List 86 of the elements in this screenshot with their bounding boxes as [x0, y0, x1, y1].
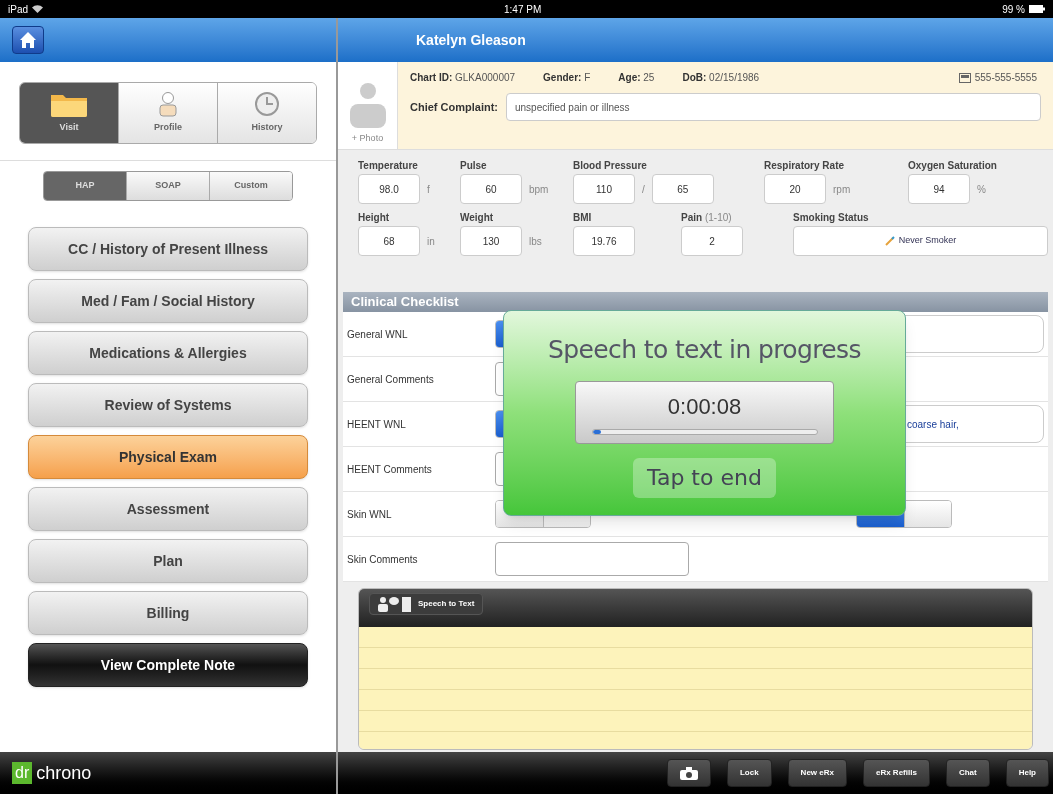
home-button[interactable] — [12, 26, 44, 54]
vital-label: Height — [358, 211, 391, 223]
phone-icon — [958, 72, 971, 83]
unit-label: % — [977, 182, 986, 197]
speech-to-text-icon — [378, 596, 414, 612]
vital-field[interactable]: 20 — [764, 174, 826, 204]
unit-label: bpm — [529, 182, 549, 197]
format-tab[interactable]: Custom — [209, 172, 292, 200]
popup-title: Speech to text in progress — [548, 334, 861, 366]
smoking-status-field[interactable]: Never Smoker — [793, 226, 1048, 256]
clock-time: 1:47 PM — [504, 2, 542, 17]
tap-to-end-button[interactable]: Tap to end — [633, 457, 776, 498]
patient-field: Gender: F — [543, 70, 591, 85]
section-button[interactable]: CC / History of Present Illness — [28, 227, 308, 271]
checklist-label: HEENT WNL — [347, 417, 407, 432]
unit-label: lbs — [529, 234, 542, 249]
checklist-label: General Comments — [347, 372, 435, 387]
section-button[interactable]: Physical Exam — [28, 435, 308, 479]
phone-number: 555-555-5555 — [974, 71, 1037, 85]
section-button[interactable]: Review of Systems — [28, 383, 308, 427]
format-tab[interactable]: HAP — [44, 172, 126, 200]
separator-text: / — [642, 182, 645, 197]
patient-field: DoB: 02/15/1986 — [682, 70, 760, 85]
toolbar-button[interactable]: eRx Refills — [862, 759, 930, 787]
checklist-label: Skin WNL — [347, 507, 393, 522]
logo-text: chrono — [36, 761, 92, 785]
vital-label: BMI — [573, 211, 593, 223]
vital-label: Weight — [460, 211, 495, 223]
section-button[interactable]: Med / Fam / Social History — [28, 279, 308, 323]
patient-field: Age: 25 — [618, 70, 655, 85]
vital-label: Pain (1-10) — [681, 211, 733, 223]
visit-tab[interactable]: Visit — [20, 83, 118, 143]
profile-tab[interactable]: Profile — [118, 83, 217, 143]
checklist-label: General WNL — [347, 327, 409, 342]
toolbar-button[interactable]: Chat — [945, 759, 990, 787]
view-note-button[interactable]: View Complete Note — [28, 643, 308, 687]
vital-field[interactable]: 68 — [358, 226, 420, 256]
vital-field[interactable]: 130 — [460, 226, 522, 256]
section-button[interactable]: Billing — [28, 591, 308, 635]
unit-label: f — [427, 182, 430, 197]
unit-label: in — [427, 234, 435, 249]
toolbar-button[interactable]: New eRx — [787, 759, 847, 787]
checklist-label: Skin Comments — [347, 552, 419, 567]
home-icon — [19, 31, 37, 49]
camera-button[interactable] — [666, 759, 711, 787]
vital-label: Blood Pressure — [573, 159, 648, 171]
battery-icon — [1029, 5, 1045, 13]
vital-field[interactable]: 60 — [460, 174, 522, 204]
vital-label: Temperature — [358, 159, 419, 171]
logo-mark: dr — [12, 762, 33, 784]
vital-label: Smoking Status — [793, 211, 870, 223]
comment-field[interactable] — [495, 542, 689, 576]
toolbar-button[interactable]: Help — [1005, 759, 1049, 787]
clock-icon — [254, 91, 280, 118]
vital-label: Oxygen Saturation — [908, 159, 998, 171]
field-label: Chief Complaint: — [410, 99, 498, 115]
vital-label: Pulse — [460, 159, 488, 171]
camera-icon — [679, 766, 698, 780]
vital-field[interactable]: 19.76 — [573, 226, 635, 256]
speech-to-text-button[interactable]: Speech to Text — [369, 593, 484, 615]
vital-field[interactable]: 65 — [651, 174, 714, 204]
unit-label: rpm — [833, 182, 851, 197]
patient-field: Chart ID: GLKA000007 — [410, 70, 516, 85]
vital-label: Respiratory Rate — [764, 159, 846, 171]
wifi-icon — [32, 5, 43, 13]
format-tab[interactable]: SOAP — [126, 172, 209, 200]
device-name: iPad — [8, 2, 28, 17]
person-icon — [157, 91, 179, 118]
checklist-label: HEENT Comments — [347, 462, 433, 477]
vital-field[interactable]: 2 — [681, 226, 743, 256]
section-button[interactable]: Medications & Allergies — [28, 331, 308, 375]
vital-field[interactable]: 98.0 — [358, 174, 420, 204]
section-button[interactable]: Assessment — [28, 487, 308, 531]
vital-field[interactable]: 110 — [573, 174, 635, 204]
section-header: Clinical Checklist — [343, 292, 1048, 312]
pencil-icon — [884, 236, 895, 246]
elapsed-time: 0:00:08 — [667, 392, 742, 421]
toolbar-button[interactable]: Lock — [726, 759, 772, 787]
history-tab[interactable]: History — [217, 83, 316, 143]
battery-percent: 99 % — [1002, 2, 1025, 17]
add-photo-link[interactable]: + Photo — [351, 131, 384, 145]
vital-field[interactable]: 94 — [908, 174, 970, 204]
patient-name: Katelyn Gleason — [416, 30, 526, 50]
chief-complaint-field[interactable]: unspecified pain or illness — [506, 93, 1041, 121]
avatar-silhouette-icon — [347, 81, 388, 128]
section-button[interactable]: Plan — [28, 539, 308, 583]
